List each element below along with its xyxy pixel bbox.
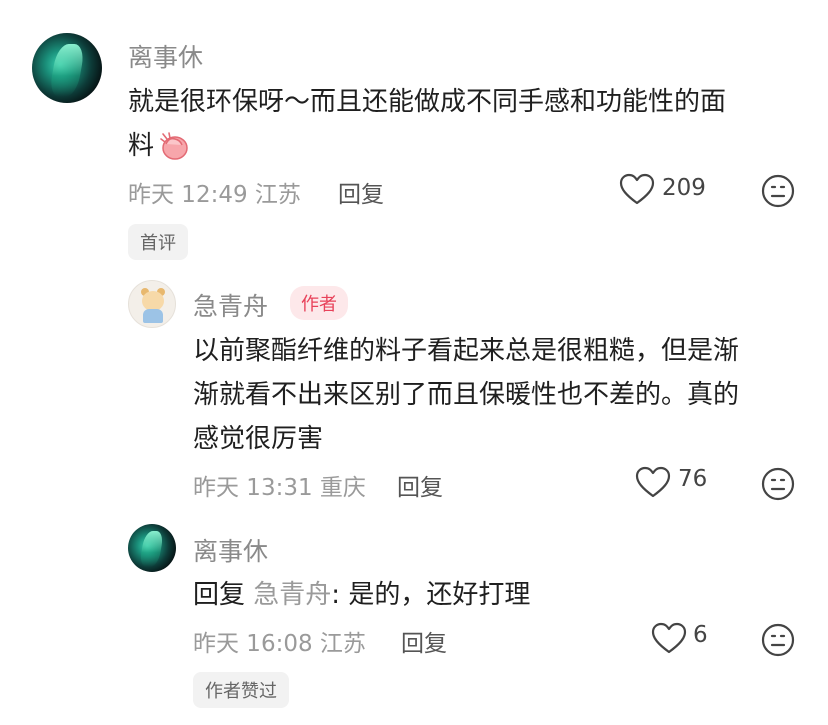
comment-text-line: 渐就看不出来区别了而且保暖性也不差的。真的 [193, 380, 740, 410]
comment-text-line: 感觉很厉害 [193, 424, 324, 454]
avatar[interactable] [32, 33, 102, 103]
location: 江苏 [319, 631, 366, 657]
comment-meta: 昨天 13:31 重庆 [193, 468, 366, 502]
location: 江苏 [254, 182, 301, 208]
comment-meta: 昨天 16:08 江苏 [193, 624, 366, 658]
reply-prefix: 回复 [193, 580, 246, 610]
comment-text-line-end: 料 [128, 131, 155, 161]
smiley-face-icon[interactable] [761, 174, 795, 208]
comment-text-line: 料 [128, 124, 726, 168]
comment-text: 以前聚酯纤维的料子看起来总是很粗糙，但是渐 渐就看不出来区别了而且保暖性也不差的… [193, 329, 739, 461]
comment-text: 回复 急青舟: 是的，还好打理 [193, 573, 530, 617]
like-button[interactable] [650, 621, 688, 659]
like-button[interactable] [618, 172, 656, 206]
first-comment-tag: 首评 [128, 224, 188, 260]
heart-outline-icon [634, 465, 672, 499]
reply-button[interactable]: 回复 [338, 175, 384, 209]
author-liked-tag: 作者赞过 [193, 672, 289, 708]
timestamp: 昨天 13:31 [193, 475, 313, 501]
location: 重庆 [319, 475, 366, 501]
heart-outline-icon [618, 172, 656, 206]
comment-text-line: 就是很环保呀～而且还能做成不同手感和功能性的面 [128, 87, 727, 117]
comment-body: : 是的，还好打理 [331, 580, 531, 610]
reply-button[interactable]: 回复 [397, 468, 443, 502]
reply-button[interactable]: 回复 [401, 624, 447, 658]
commenter-name[interactable]: 离事休 [193, 532, 268, 568]
mention-link[interactable]: 急青舟 [253, 580, 331, 610]
like-count: 6 [693, 622, 708, 648]
like-count: 209 [662, 175, 706, 201]
comment-meta: 昨天 12:49 江苏 [128, 175, 301, 209]
commenter-name[interactable]: 急青舟 [193, 287, 268, 323]
commenter-name[interactable]: 离事休 [128, 38, 203, 74]
avatar[interactable] [128, 280, 176, 328]
comment-text-line: 以前聚酯纤维的料子看起来总是很粗糙，但是渐 [193, 336, 740, 366]
timestamp: 昨天 16:08 [193, 631, 313, 657]
like-button[interactable] [634, 465, 672, 503]
clap-icon [158, 131, 190, 161]
timestamp: 昨天 12:49 [128, 182, 248, 208]
like-count: 76 [678, 466, 708, 492]
comment-text: 就是很环保呀～而且还能做成不同手感和功能性的面 料 [128, 80, 726, 168]
author-badge: 作者 [290, 286, 348, 320]
smiley-face-icon[interactable] [761, 467, 795, 501]
heart-outline-icon [650, 621, 688, 655]
avatar[interactable] [128, 524, 176, 572]
smiley-face-icon[interactable] [761, 623, 795, 657]
